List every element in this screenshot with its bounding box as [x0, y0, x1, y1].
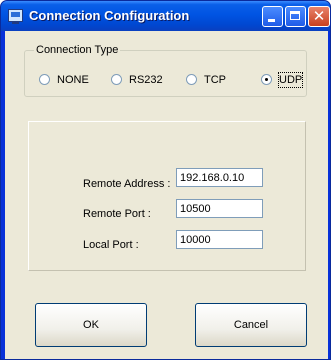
close-icon: ✕ [312, 7, 326, 25]
ok-button[interactable]: OK [35, 303, 147, 347]
radio-rs232-label[interactable]: RS232 [129, 73, 163, 87]
radio-rs232-circle[interactable] [111, 74, 122, 85]
connection-type-label: Connection Type [34, 44, 121, 56]
maximize-button[interactable] [285, 6, 306, 27]
cancel-button[interactable]: Cancel [195, 303, 307, 347]
minimize-icon [268, 19, 275, 22]
radio-tcp-label[interactable]: TCP [204, 73, 226, 87]
remote-port-label: Remote Port : [83, 208, 151, 220]
remote-address-field[interactable] [176, 168, 263, 187]
local-port-label: Local Port : [83, 239, 139, 251]
radio-none-label[interactable]: NONE [57, 73, 89, 87]
local-port-field[interactable] [176, 230, 263, 249]
radio-udp-label[interactable]: UDP [277, 72, 304, 88]
dialog-window: Connection Configuration ✕ Connection Ty… [0, 0, 331, 360]
remote-port-field[interactable] [176, 199, 263, 218]
maximize-icon [290, 11, 300, 20]
computer-icon [8, 9, 23, 24]
close-button[interactable]: ✕ [308, 6, 330, 27]
radio-udp-circle[interactable] [261, 74, 272, 85]
radio-tcp-circle[interactable] [186, 74, 197, 85]
radio-none-circle[interactable] [39, 74, 50, 85]
window-title: Connection Configuration [29, 8, 190, 23]
remote-address-label: Remote Address : [83, 178, 171, 190]
title-bar[interactable]: Connection Configuration ✕ [1, 1, 330, 31]
minimize-button[interactable] [262, 6, 283, 27]
settings-panel [28, 121, 306, 271]
